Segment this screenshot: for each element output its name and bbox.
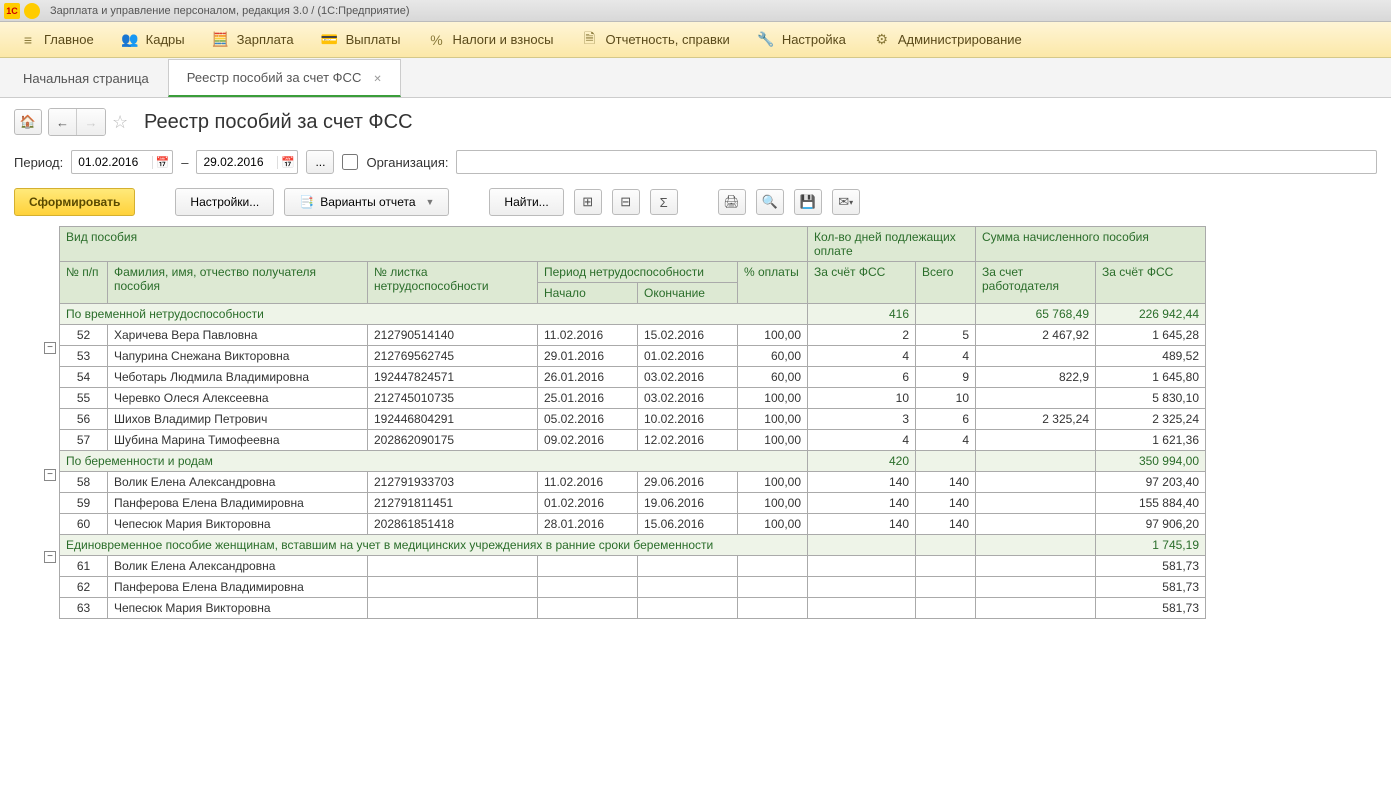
table-row[interactable]: 60Чепесюк Мария Викторовна20286185141828… bbox=[60, 514, 1206, 535]
find-button[interactable]: Найти... bbox=[489, 188, 563, 216]
preview-icon[interactable]: 🔍 bbox=[756, 189, 784, 215]
menu-vyplaty[interactable]: 💳Выплаты bbox=[308, 22, 415, 58]
th-period: Период нетрудоспособности bbox=[538, 262, 738, 283]
th-days-total: Всего bbox=[916, 262, 976, 304]
percent-icon: % bbox=[428, 32, 444, 48]
print-icon[interactable]: 🖨 bbox=[718, 189, 746, 215]
expand-icon[interactable]: ⊞ bbox=[574, 189, 602, 215]
calc-icon: 🧮 bbox=[213, 32, 229, 48]
window-titlebar: 1C Зарплата и управление персоналом, ред… bbox=[0, 0, 1391, 22]
period-label: Период: bbox=[14, 155, 63, 170]
date-from-input[interactable]: 📅 bbox=[71, 150, 173, 174]
collapse-icon[interactable]: ⊟ bbox=[612, 189, 640, 215]
th-listok: № листка нетрудоспособности bbox=[368, 262, 538, 304]
collapse-toggle[interactable]: − bbox=[44, 342, 56, 354]
page-title: Реестр пособий за счет ФСС bbox=[144, 111, 413, 134]
wrench-icon: 🔧 bbox=[758, 32, 774, 48]
app-logo: 1C bbox=[4, 3, 20, 19]
chevron-down-icon: ▼ bbox=[426, 197, 435, 207]
menu-admin[interactable]: ⚙Администрирование bbox=[860, 22, 1036, 58]
org-input[interactable] bbox=[456, 150, 1377, 174]
collapse-toggle[interactable]: − bbox=[44, 551, 56, 563]
collapse-toggle[interactable]: − bbox=[44, 469, 56, 481]
table-row[interactable]: 55Черевко Олеся Алексеевна21274501073525… bbox=[60, 388, 1206, 409]
mail-icon[interactable]: ✉▾ bbox=[832, 189, 860, 215]
th-fio: Фамилия, имя, отчество получателя пособи… bbox=[108, 262, 368, 304]
table-row[interactable]: 56Шихов Владимир Петрович19244680429105.… bbox=[60, 409, 1206, 430]
people-icon: 👥 bbox=[122, 32, 138, 48]
calendar-icon[interactable]: 📅 bbox=[277, 156, 297, 169]
group-row[interactable]: Единовременное пособие женщинам, вставши… bbox=[60, 535, 1206, 556]
save-icon[interactable]: 💾 bbox=[794, 189, 822, 215]
th-sum-group: Сумма начисленного пособия bbox=[976, 227, 1206, 262]
th-days-fss: За счёт ФСС bbox=[808, 262, 916, 304]
th-npp: № п/п bbox=[60, 262, 108, 304]
table-row[interactable]: 61Волик Елена Александровна581,73 bbox=[60, 556, 1206, 577]
group-row[interactable]: По беременности и родам420350 994,00 bbox=[60, 451, 1206, 472]
report-toolbar: Сформировать Настройки... 📑Варианты отче… bbox=[14, 188, 1377, 216]
tab-home[interactable]: Начальная страница bbox=[4, 60, 168, 97]
table-row[interactable]: 59Панферова Елена Владимировна2127918114… bbox=[60, 493, 1206, 514]
org-checkbox[interactable] bbox=[342, 154, 358, 170]
dropdown-icon[interactable] bbox=[24, 3, 40, 19]
settings-button[interactable]: Настройки... bbox=[175, 188, 274, 216]
sum-icon[interactable]: Σ bbox=[650, 189, 678, 215]
report-table: Вид пособияКол-во дней подлежащих оплате… bbox=[59, 226, 1206, 619]
th-vid: Вид пособия bbox=[60, 227, 808, 262]
back-button[interactable]: ← bbox=[49, 109, 77, 135]
table-row[interactable]: 58Волик Елена Александровна2127919337031… bbox=[60, 472, 1206, 493]
wallet-icon: 💳 bbox=[322, 32, 338, 48]
group-row[interactable]: По временной нетрудоспособности41665 768… bbox=[60, 304, 1206, 325]
tree-column: − − − bbox=[14, 226, 59, 619]
doc-icon: 🗎 bbox=[582, 32, 598, 48]
th-days-group: Кол-во дней подлежащих оплате bbox=[808, 227, 976, 262]
main-menu: ≡Главное 👥Кадры 🧮Зарплата 💳Выплаты %Нало… bbox=[0, 22, 1391, 58]
table-row[interactable]: 57Шубина Марина Тимофеевна20286209017509… bbox=[60, 430, 1206, 451]
menu-icon: ≡ bbox=[20, 32, 36, 48]
th-start: Начало bbox=[538, 283, 638, 304]
menu-nastroika[interactable]: 🔧Настройка bbox=[744, 22, 860, 58]
header-row: 🏠 ← → ☆ Реестр пособий за счет ФСС bbox=[14, 108, 1377, 136]
menu-otchetnost[interactable]: 🗎Отчетность, справки bbox=[568, 22, 744, 58]
table-row[interactable]: 63Чепесюк Мария Викторовна581,73 bbox=[60, 598, 1206, 619]
star-icon[interactable]: ☆ bbox=[112, 112, 132, 132]
period-more-button[interactable]: ... bbox=[306, 150, 334, 174]
menu-main[interactable]: ≡Главное bbox=[6, 22, 108, 58]
table-row[interactable]: 54Чеботарь Людмила Владимировна192447824… bbox=[60, 367, 1206, 388]
table-row[interactable]: 62Панферова Елена Владимировна581,73 bbox=[60, 577, 1206, 598]
menu-zarplata[interactable]: 🧮Зарплата bbox=[199, 22, 308, 58]
th-end: Окончание bbox=[638, 283, 738, 304]
table-row[interactable]: 53Чапурина Снежана Викторовна21276956274… bbox=[60, 346, 1206, 367]
calendar-icon[interactable]: 📅 bbox=[152, 156, 172, 169]
home-button[interactable]: 🏠 bbox=[14, 109, 42, 135]
close-icon[interactable]: ✕ bbox=[373, 74, 381, 85]
form-button[interactable]: Сформировать bbox=[14, 188, 135, 216]
variants-icon: 📑 bbox=[299, 195, 314, 209]
th-pct: % оплаты bbox=[738, 262, 808, 304]
tab-bar: Начальная страница Реестр пособий за сче… bbox=[0, 58, 1391, 98]
forward-button[interactable]: → bbox=[77, 109, 105, 135]
menu-nalogi[interactable]: %Налоги и взносы bbox=[414, 22, 567, 58]
menu-kadry[interactable]: 👥Кадры bbox=[108, 22, 199, 58]
tab-reestr[interactable]: Реестр пособий за счет ФСС✕ bbox=[168, 59, 401, 97]
window-title: Зарплата и управление персоналом, редакц… bbox=[50, 5, 410, 17]
th-sum-fss: За счёт ФСС bbox=[1096, 262, 1206, 304]
date-to-input[interactable]: 📅 bbox=[196, 150, 298, 174]
th-sum-emp: За счет работодателя bbox=[976, 262, 1096, 304]
filter-row: Период: 📅 – 📅 ... Организация: bbox=[14, 150, 1377, 174]
org-label: Организация: bbox=[366, 155, 448, 170]
gear-icon: ⚙ bbox=[874, 32, 890, 48]
table-row[interactable]: 52Харичева Вера Павловна21279051414011.0… bbox=[60, 325, 1206, 346]
variants-button[interactable]: 📑Варианты отчета▼ bbox=[284, 188, 449, 216]
